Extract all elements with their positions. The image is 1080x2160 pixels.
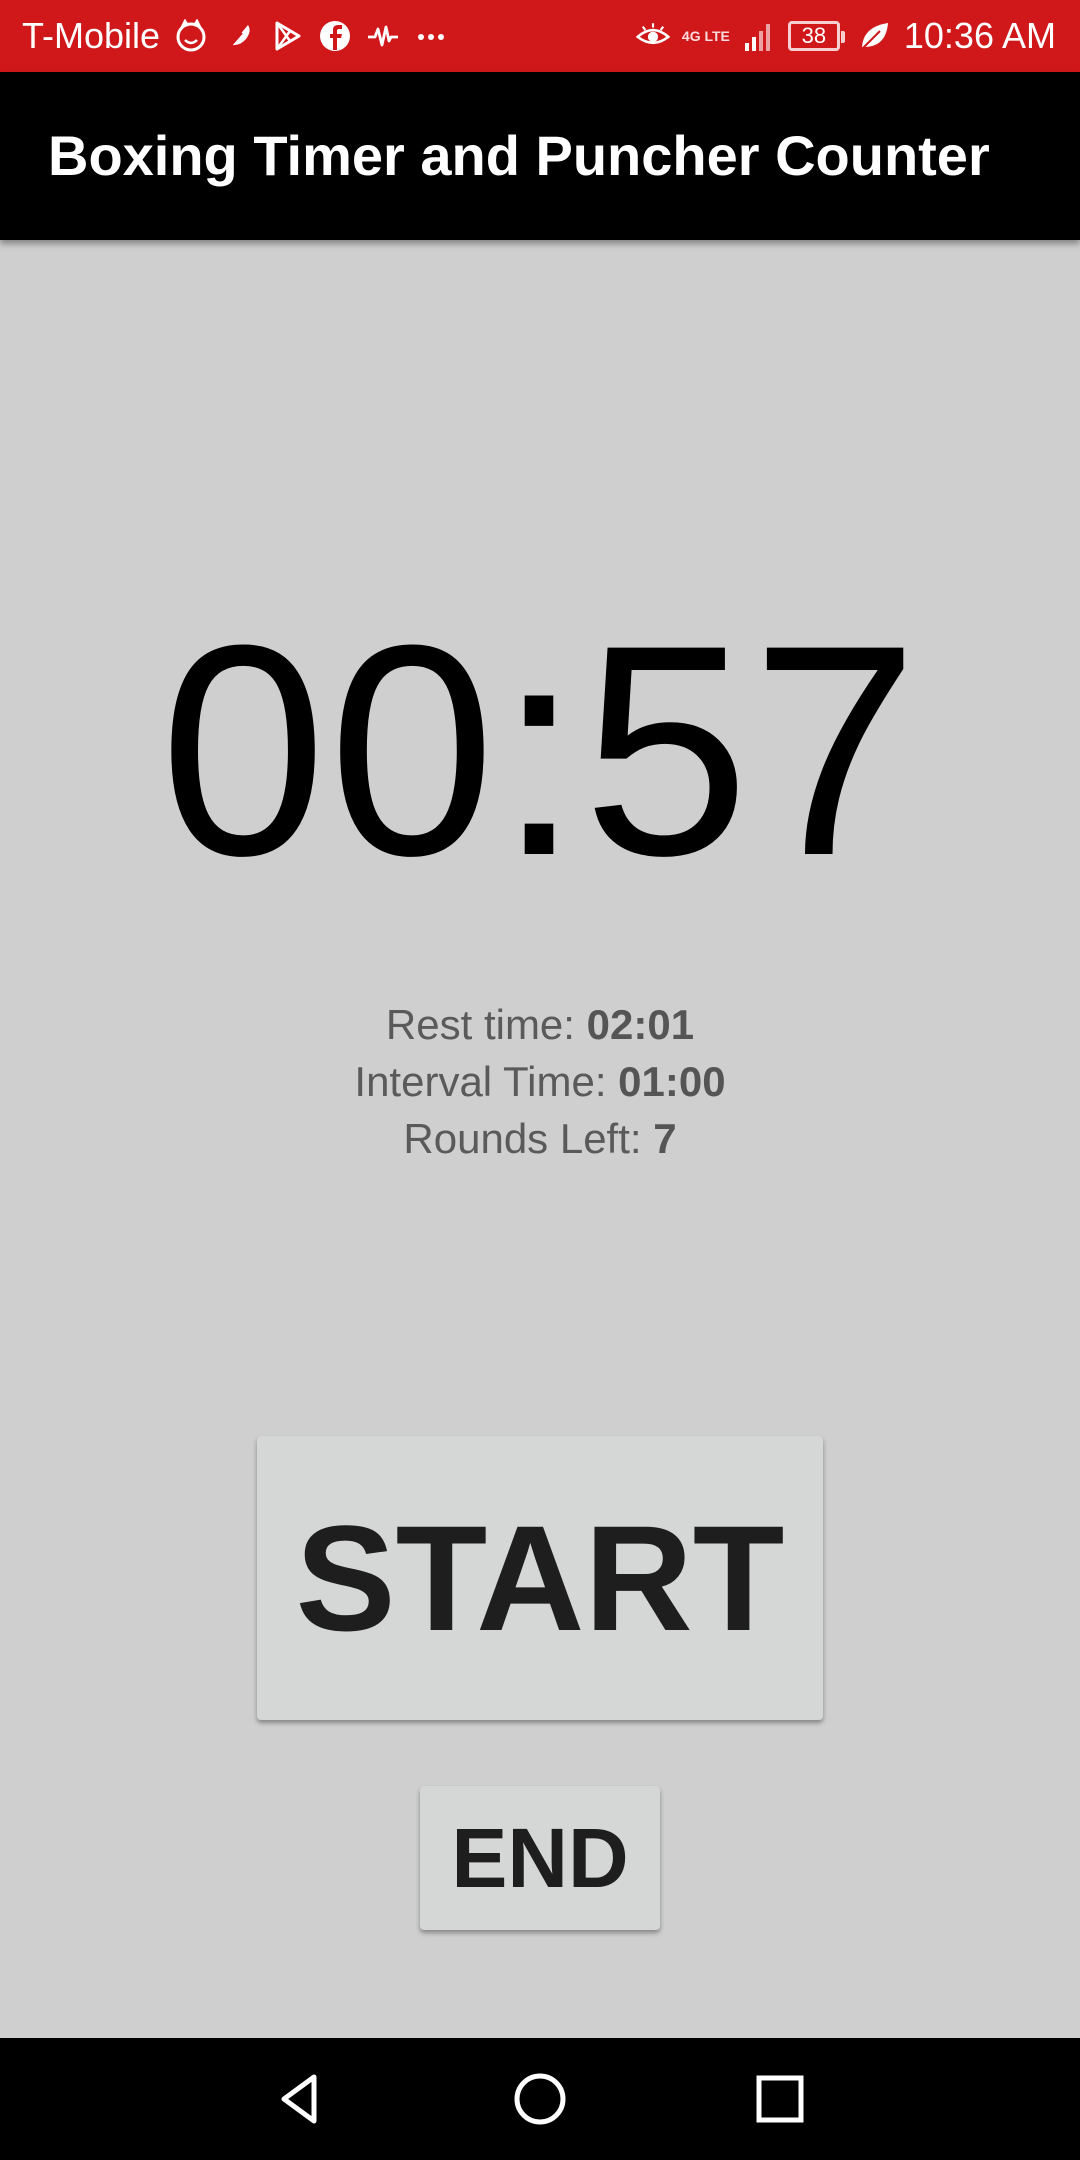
pulse-icon xyxy=(366,19,400,53)
leaf-icon xyxy=(858,19,892,53)
home-icon[interactable] xyxy=(510,2069,570,2129)
carrier-name: T-Mobile xyxy=(22,15,161,56)
interval-time-line: Interval Time: 01:00 xyxy=(0,1053,1080,1110)
status-bar-right: 4G LTE 38 10:36 AM xyxy=(635,0,1056,72)
network-icon: 4G LTE xyxy=(682,29,730,43)
play-store-icon xyxy=(270,19,304,53)
status-time: 10:36 AM xyxy=(903,15,1056,56)
feather-icon xyxy=(222,19,256,53)
timer-display: 00:57 xyxy=(159,582,921,918)
rounds-left-value: 7 xyxy=(653,1115,677,1162)
cat-face-icon xyxy=(174,19,208,53)
more-dots-icon xyxy=(414,19,448,53)
recent-apps-icon[interactable] xyxy=(750,2069,810,2129)
facebook-icon xyxy=(318,19,352,53)
rest-time-label: Rest time: xyxy=(385,1001,587,1048)
rest-time-line: Rest time: 02:01 xyxy=(0,996,1080,1053)
interval-time-value: 01:00 xyxy=(618,1058,726,1105)
eye-icon xyxy=(635,19,670,53)
start-button[interactable]: START xyxy=(257,1436,823,1720)
back-icon[interactable] xyxy=(270,2069,330,2129)
interval-time-label: Interval Time: xyxy=(354,1058,619,1105)
signal-icon xyxy=(742,19,776,53)
status-bar: T-Mobile 4G LTE 38 10:36 AM xyxy=(0,0,1080,72)
app-title: Boxing Timer and Puncher Counter xyxy=(48,124,990,187)
network-type: 4G LTE xyxy=(681,28,730,44)
rounds-left-label: Rounds Left: xyxy=(403,1115,654,1162)
status-bar-left: T-Mobile xyxy=(22,0,448,72)
rounds-left-line: Rounds Left: 7 xyxy=(0,1110,1080,1167)
navigation-bar xyxy=(0,2038,1080,2160)
battery-icon: 38 xyxy=(787,21,845,51)
timer-info: Rest time: 02:01 Interval Time: 01:00 Ro… xyxy=(0,996,1080,1167)
app-bar: Boxing Timer and Puncher Counter xyxy=(0,72,1080,240)
rest-time-value: 02:01 xyxy=(586,1001,695,1048)
end-button[interactable]: END xyxy=(420,1786,660,1930)
